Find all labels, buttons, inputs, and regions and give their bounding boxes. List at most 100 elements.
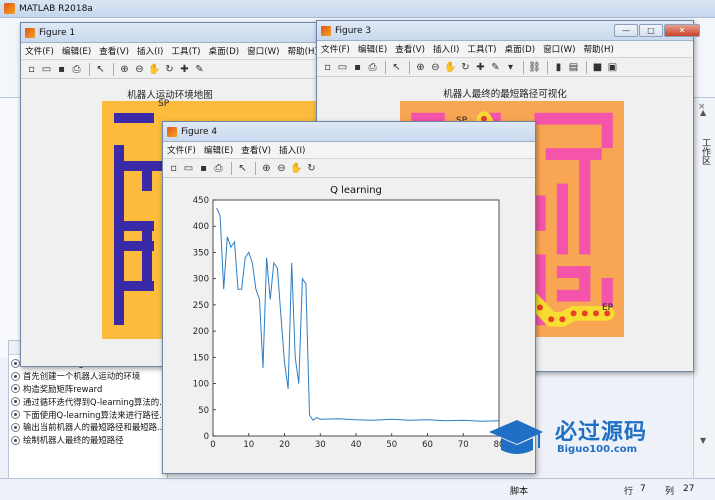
menu-item[interactable]: 桌面(D) bbox=[209, 45, 240, 57]
link-plot-icon[interactable]: ⛓ bbox=[528, 61, 541, 74]
figure-icon bbox=[167, 126, 177, 137]
path-point bbox=[537, 304, 543, 311]
pointer-icon[interactable]: ↖ bbox=[390, 61, 403, 74]
watermark-logo: 必过源码 Biguo100.com bbox=[485, 410, 685, 462]
pan-icon[interactable]: ✋ bbox=[290, 162, 303, 175]
menu-item[interactable]: 编辑(E) bbox=[62, 45, 91, 57]
save-icon[interactable]: ▪ bbox=[197, 162, 210, 175]
y-tick-label: 100 bbox=[193, 380, 209, 390]
separator bbox=[547, 60, 548, 74]
open-file-icon[interactable]: ▭ bbox=[336, 61, 349, 74]
rotate-icon[interactable]: ↻ bbox=[163, 63, 176, 76]
maze-wall bbox=[545, 148, 602, 160]
zoom-out-icon[interactable]: ⊖ bbox=[275, 162, 288, 175]
rotate-icon[interactable]: ↻ bbox=[459, 61, 472, 74]
data-cursor-icon[interactable]: ✚ bbox=[474, 61, 487, 74]
separator bbox=[385, 60, 386, 74]
scroll-up-icon[interactable]: ▲ bbox=[700, 108, 706, 117]
history-item[interactable]: 下面使用Q-learning算法来进行路径... bbox=[11, 408, 165, 421]
status-script: 脚本 bbox=[510, 487, 529, 497]
zoom-in-icon[interactable]: ⊕ bbox=[260, 162, 273, 175]
pointer-icon[interactable]: ↖ bbox=[94, 63, 107, 76]
close-icon[interactable]: ✕ bbox=[664, 24, 700, 37]
menu-item[interactable]: 查看(V) bbox=[395, 43, 425, 55]
colorbar-dropdown-icon[interactable]: ▾ bbox=[504, 61, 517, 74]
menu-item[interactable]: 帮助(H) bbox=[287, 45, 317, 57]
print-icon[interactable]: ⎙ bbox=[212, 162, 225, 175]
matlab-titlebar: MATLAB R2018a bbox=[0, 0, 715, 18]
pan-icon[interactable]: ✋ bbox=[444, 61, 457, 74]
open-file-icon[interactable]: ▭ bbox=[40, 63, 53, 76]
menu-item[interactable]: 查看(V) bbox=[99, 45, 129, 57]
status-bar: 脚本 行 7 列 27 bbox=[0, 478, 715, 500]
new-figure-icon[interactable]: ▫ bbox=[167, 162, 180, 175]
brush-icon[interactable]: ✎ bbox=[193, 63, 206, 76]
zoom-in-icon[interactable]: ⊕ bbox=[118, 63, 131, 76]
separator bbox=[255, 161, 256, 175]
map-wall bbox=[124, 221, 154, 231]
colorbar-icon[interactable]: ▮ bbox=[552, 61, 565, 74]
brush-icon[interactable]: ✎ bbox=[489, 61, 502, 74]
data-cursor-icon[interactable]: ✚ bbox=[178, 63, 191, 76]
x-tick-label: 40 bbox=[351, 440, 362, 450]
script-icon bbox=[11, 371, 20, 381]
show-tools-icon[interactable]: ▣ bbox=[606, 61, 619, 74]
open-file-icon[interactable]: ▭ bbox=[182, 162, 195, 175]
history-item[interactable]: 首先创建一个机器人运动的环境 bbox=[11, 370, 165, 383]
history-item[interactable]: 构造奖励矩阵reward bbox=[11, 383, 165, 396]
menu-item[interactable]: 插入(I) bbox=[279, 144, 305, 156]
menu-item[interactable]: 编辑(E) bbox=[204, 144, 233, 156]
zoom-in-icon[interactable]: ⊕ bbox=[414, 61, 427, 74]
workspace-label[interactable]: 工作区 bbox=[699, 138, 712, 165]
minimize-icon[interactable]: — bbox=[614, 24, 638, 37]
matlab-title: MATLAB R2018a bbox=[19, 3, 93, 14]
print-icon[interactable]: ⎙ bbox=[366, 61, 379, 74]
q-learning-chart: Q learning0 10 20 30 40 50 60 70 800501001502002… bbox=[193, 185, 505, 450]
new-figure-icon[interactable]: ▫ bbox=[321, 61, 334, 74]
figure4-plot-area: Q learning 0 10 20 30 40 50 60 70 80 0 50 100 150 200 2… bbox=[163, 180, 535, 473]
menu-item[interactable]: 窗口(W) bbox=[247, 45, 279, 57]
y-tick-label: 0 bbox=[204, 432, 209, 442]
menu-item[interactable]: 查看(V) bbox=[241, 144, 271, 156]
menu-item[interactable]: 插入(I) bbox=[433, 43, 459, 55]
figure1-titlebar[interactable]: Figure 1 bbox=[21, 23, 319, 43]
history-item[interactable]: 通过循环迭代得到Q-learning算法的... bbox=[11, 395, 165, 408]
save-icon[interactable]: ▪ bbox=[55, 63, 68, 76]
history-item[interactable]: 输出当前机器人的最短路径和最短路... bbox=[11, 421, 165, 434]
zoom-out-icon[interactable]: ⊖ bbox=[133, 63, 146, 76]
status-row-value: 7 bbox=[640, 484, 646, 494]
print-icon[interactable]: ⎙ bbox=[70, 63, 83, 76]
workspace-rail[interactable]: × ▲ 工作区 ▼ bbox=[693, 98, 715, 478]
menu-item[interactable]: 文件(F) bbox=[25, 45, 54, 57]
history-item-label: 下面使用Q-learning算法来进行路径... bbox=[23, 409, 165, 420]
separator bbox=[523, 60, 524, 74]
save-icon[interactable]: ▪ bbox=[351, 61, 364, 74]
scroll-down-icon[interactable]: ▼ bbox=[700, 436, 706, 445]
legend-icon[interactable]: ▤ bbox=[567, 61, 580, 74]
maze-wall bbox=[534, 112, 602, 125]
rotate-icon[interactable]: ↻ bbox=[305, 162, 318, 175]
menu-item[interactable]: 帮助(H) bbox=[583, 43, 613, 55]
menu-item[interactable]: 插入(I) bbox=[137, 45, 163, 57]
menu-item[interactable]: 窗口(W) bbox=[543, 43, 575, 55]
menu-item[interactable]: 编辑(E) bbox=[358, 43, 387, 55]
pan-icon[interactable]: ✋ bbox=[148, 63, 161, 76]
figure3-title: Figure 3 bbox=[335, 25, 372, 36]
zoom-out-icon[interactable]: ⊖ bbox=[429, 61, 442, 74]
menu-item[interactable]: 文件(F) bbox=[167, 144, 196, 156]
figure4-titlebar[interactable]: Figure 4 bbox=[163, 122, 535, 142]
menu-item[interactable]: 文件(F) bbox=[321, 43, 350, 55]
menu-item[interactable]: 工具(T) bbox=[171, 45, 200, 57]
new-figure-icon[interactable]: ▫ bbox=[25, 63, 38, 76]
pointer-icon[interactable]: ↖ bbox=[236, 162, 249, 175]
figure1-title: Figure 1 bbox=[39, 27, 76, 38]
menu-item[interactable]: 桌面(D) bbox=[505, 43, 536, 55]
figure3-titlebar[interactable]: Figure 3 — □ ✕ bbox=[317, 21, 700, 41]
menu-item[interactable]: 工具(T) bbox=[467, 43, 496, 55]
hide-tools-icon[interactable]: ■ bbox=[591, 61, 604, 74]
maximize-icon[interactable]: □ bbox=[639, 24, 663, 37]
figure1-toolbar: ▫ ▭ ▪ ⎙ ↖ ⊕ ⊖ ✋ ↻ ✚ ✎ bbox=[21, 60, 319, 79]
status-col-value: 27 bbox=[683, 484, 695, 494]
history-item[interactable]: 绘制机器人最终的最短路径 bbox=[11, 434, 165, 447]
figure4-window[interactable]: Figure 4 文件(F) 编辑(E) 查看(V) 插入(I) ▫ ▭ ▪ ⎙ ↖ … bbox=[162, 121, 536, 474]
